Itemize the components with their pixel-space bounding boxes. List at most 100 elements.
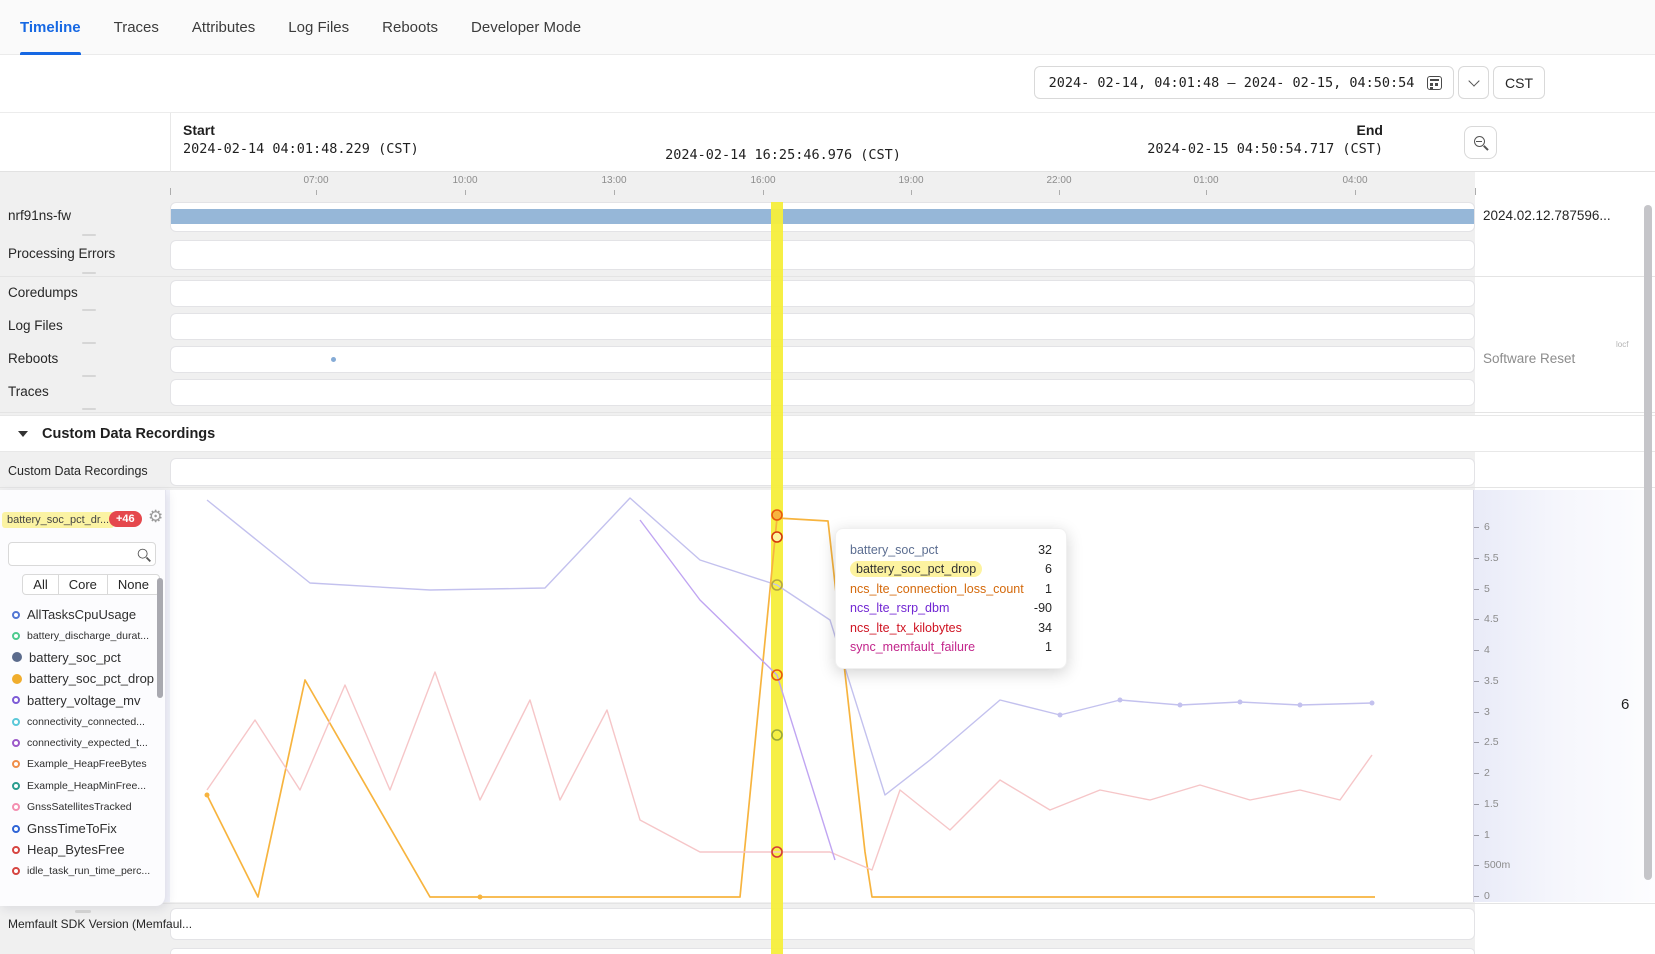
metric-item-example-heapminfree-[interactable]: Example_HeapMinFree...: [0, 775, 160, 796]
selected-metric-pill[interactable]: battery_soc_pct_dr...: [2, 512, 114, 528]
row-resize-handle[interactable]: [82, 272, 96, 274]
section-title: Custom Data Recordings: [42, 426, 215, 442]
row-resize-handle[interactable]: [82, 309, 96, 311]
y-tick-mark: [1474, 589, 1479, 590]
reboot-event-dot[interactable]: [331, 357, 336, 362]
sidebar-scrollbar[interactable]: [157, 578, 163, 698]
track-traces[interactable]: [170, 379, 1475, 406]
metric-search-input[interactable]: [13, 544, 131, 564]
y-tick-mark: [1474, 804, 1479, 805]
time-tick-label: 10:00: [452, 175, 477, 186]
date-range-dropdown-button[interactable]: [1458, 66, 1489, 99]
tooltip-row: sync_memfault_failure1: [850, 638, 1052, 658]
filter-all-button[interactable]: All: [22, 574, 58, 595]
series-battery_soc_pct_drop: [207, 518, 1375, 897]
track-memfault-sdk-version[interactable]: [170, 908, 1475, 940]
y-tick-label: 5: [1484, 583, 1490, 595]
metric-item-alltaskscpuusage[interactable]: AllTasksCpuUsage: [0, 604, 160, 625]
metric-name: battery_discharge_durat...: [27, 630, 149, 642]
cursor-timestamp: 2024-02-14 16:25:46.976 (CST): [665, 147, 901, 163]
track-coredumps[interactable]: [170, 280, 1475, 307]
time-tick-label: 16:00: [750, 175, 775, 186]
metric-name: Example_HeapFreeBytes: [27, 758, 147, 770]
search-icon: [138, 549, 151, 562]
y-tick-label: 3: [1484, 706, 1490, 718]
metric-color-dot: [12, 760, 20, 768]
time-tick-mark: [1206, 190, 1207, 195]
metric-item-gnsssatellitestracked[interactable]: GnssSatellitesTracked: [0, 797, 160, 818]
filter-none-button[interactable]: None: [107, 574, 160, 595]
tab-timeline[interactable]: Timeline: [20, 0, 81, 55]
metric-name: Heap_BytesFree: [27, 842, 125, 857]
metric-color-dot: [12, 803, 20, 811]
y-tick-mark: [1474, 619, 1479, 620]
sidebar-resize-handle[interactable]: [75, 910, 91, 913]
tooltip-row: ncs_lte_connection_loss_count1: [850, 579, 1052, 599]
end-label: End: [1147, 122, 1383, 138]
series-point: [1298, 703, 1303, 708]
date-range-input[interactable]: 2024- 02-14, 04:01:48 – 2024- 02-15, 04:…: [1034, 66, 1454, 99]
gear-icon[interactable]: ⚙: [142, 506, 169, 528]
metric-item-battery-soc-pct-drop[interactable]: battery_soc_pct_drop: [0, 668, 160, 689]
metric-item-battery-voltage-mv[interactable]: battery_voltage_mv: [0, 690, 160, 711]
y-tick-label: 2.5: [1484, 736, 1499, 748]
row-resize-handle[interactable]: [82, 375, 96, 377]
zoom-out-icon: [1474, 136, 1488, 150]
metric-name: AllTasksCpuUsage: [27, 607, 136, 622]
metric-name: battery_soc_pct_drop: [29, 671, 154, 686]
time-tick-mark: [465, 190, 466, 195]
chart-y-axis: 6 65.554.543.532.521.51500m0: [1473, 490, 1655, 902]
metric-item-battery-soc-pct[interactable]: battery_soc_pct: [0, 647, 160, 668]
metric-color-dot: [12, 718, 20, 726]
y-tick-label: 2: [1484, 767, 1490, 779]
metric-count-badge[interactable]: +46: [109, 511, 142, 527]
series-point: [205, 793, 210, 798]
tooltip-metric-value: 6: [1045, 562, 1052, 576]
row-resize-handle[interactable]: [82, 408, 96, 410]
metric-name: Example_HeapMinFree...: [27, 780, 146, 792]
date-range-text: 2024- 02-14, 04:01:48 – 2024- 02-15, 04:…: [1046, 75, 1417, 91]
filter-core-button[interactable]: Core: [58, 574, 108, 595]
metric-item-gnsstimetofix[interactable]: GnssTimeToFix: [0, 818, 160, 839]
collapse-caret-icon[interactable]: [18, 431, 28, 437]
metric-item-idle-task-run-time-perc-[interactable]: idle_task_run_time_perc...: [0, 861, 160, 882]
metric-item-example-heapfreebytes[interactable]: Example_HeapFreeBytes: [0, 754, 160, 775]
tab-developer-mode[interactable]: Developer Mode: [471, 0, 581, 55]
tab-traces[interactable]: Traces: [114, 0, 159, 55]
tooltip-metric-name: ncs_lte_rsrp_dbm: [850, 601, 949, 615]
cursor-marker: [772, 730, 782, 740]
metric-item-heap-bytesfree[interactable]: Heap_BytesFree: [0, 839, 160, 860]
cursor-marker: [772, 532, 782, 542]
series-point: [1058, 713, 1063, 718]
tab-reboots[interactable]: Reboots: [382, 0, 438, 55]
track-partial-next-row[interactable]: [170, 948, 1475, 954]
track-log-files[interactable]: [170, 313, 1475, 340]
y-tick-label: 5.5: [1484, 552, 1499, 564]
track-custom-data-recordings[interactable]: [170, 458, 1475, 486]
track-processing-errors[interactable]: [170, 240, 1475, 270]
tab-attributes[interactable]: Attributes: [192, 0, 255, 55]
timeline-start: Start 2024-02-14 04:01:48.229 (CST): [183, 122, 419, 157]
metric-color-dot: [12, 611, 20, 619]
row-resize-handle[interactable]: [82, 342, 96, 344]
tab-log-files[interactable]: Log Files: [288, 0, 349, 55]
cursor-value-label: 6: [1621, 696, 1629, 713]
metric-item-connectivity-connected-[interactable]: connectivity_connected...: [0, 711, 160, 732]
series-point: [1178, 703, 1183, 708]
metric-name: GnssSatellitesTracked: [27, 801, 132, 813]
series-battery_soc_pct: [207, 498, 1372, 795]
calendar-icon[interactable]: [1427, 76, 1442, 90]
track-reboots[interactable]: [170, 346, 1475, 373]
page-scrollbar[interactable]: [1644, 205, 1652, 880]
firmware-version-bar[interactable]: [171, 209, 1474, 224]
metric-color-dot: [12, 782, 20, 790]
metric-item-battery-discharge-durat-[interactable]: battery_discharge_durat...: [0, 625, 160, 646]
timezone-button[interactable]: CST: [1493, 66, 1545, 99]
metric-color-dot: [12, 696, 20, 704]
metric-name: battery_soc_pct: [29, 650, 121, 665]
row-resize-handle[interactable]: [82, 234, 96, 236]
metric-item-connectivity-expected-t-[interactable]: connectivity_expected_t...: [0, 732, 160, 753]
y-tick-label: 1.5: [1484, 798, 1499, 810]
zoom-out-button[interactable]: [1464, 126, 1497, 159]
metric-color-dot: [12, 825, 20, 833]
